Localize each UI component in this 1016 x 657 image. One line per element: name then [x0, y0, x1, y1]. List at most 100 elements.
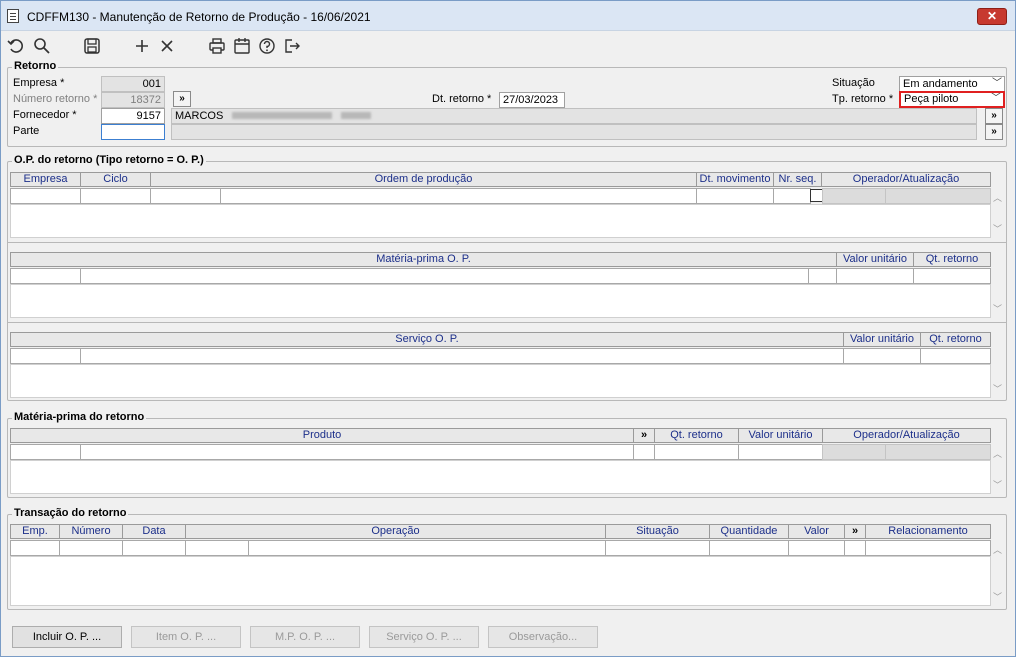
- table-cell: [822, 188, 886, 204]
- print-icon[interactable]: [208, 37, 226, 55]
- col-header-ordem-producao[interactable]: Ordem de produção: [150, 172, 697, 187]
- table-cell[interactable]: [913, 268, 991, 284]
- save-icon[interactable]: [83, 37, 101, 55]
- table-cell[interactable]: [836, 268, 914, 284]
- col-header-qt-retorno[interactable]: Qt. retorno: [654, 428, 739, 443]
- table-cell[interactable]: [654, 444, 739, 460]
- col-header-operador[interactable]: Operador/Atualização: [822, 428, 991, 443]
- table-cell[interactable]: [10, 348, 81, 364]
- table-cell[interactable]: [185, 540, 249, 556]
- table-cell[interactable]: [773, 188, 811, 204]
- incluir-op-button[interactable]: Incluir O. P. ...: [12, 626, 122, 648]
- col-header-dt-movimento[interactable]: Dt. movimento: [696, 172, 774, 187]
- col-header-materia-prima-op[interactable]: Matéria-prima O. P.: [10, 252, 837, 267]
- mp-retorno-title: Matéria-prima do retorno: [12, 411, 147, 423]
- parte-field[interactable]: [101, 124, 165, 140]
- tp-retorno-select[interactable]: Peça piloto ﹀: [899, 91, 1005, 108]
- scroll-down-icon[interactable]: ﹀: [993, 302, 1002, 315]
- table-cell[interactable]: [709, 540, 789, 556]
- col-header-data[interactable]: Data: [122, 524, 186, 539]
- table-cell[interactable]: [633, 444, 655, 460]
- col-header-operador[interactable]: Operador/Atualização: [821, 172, 991, 187]
- help-icon[interactable]: [258, 37, 276, 55]
- table-cell[interactable]: [10, 444, 81, 460]
- col-header-qt-retorno[interactable]: Qt. retorno: [913, 252, 991, 267]
- parte-description-field: [171, 124, 977, 140]
- exit-icon[interactable]: [283, 37, 301, 55]
- col-header-ciclo[interactable]: Ciclo: [80, 172, 151, 187]
- table-cell[interactable]: [10, 268, 81, 284]
- col-header-qt-retorno[interactable]: Qt. retorno: [920, 332, 991, 347]
- table-cell[interactable]: [696, 188, 774, 204]
- table-cell[interactable]: [865, 540, 991, 556]
- table-cell[interactable]: [80, 188, 151, 204]
- col-header-produto[interactable]: Produto: [10, 428, 634, 443]
- scroll-up-icon[interactable]: ︿: [993, 191, 1002, 204]
- col-header-nav[interactable]: »: [844, 524, 866, 539]
- scroll-up-icon[interactable]: ︿: [993, 543, 1002, 556]
- item-op-button[interactable]: Item O. P. ...: [131, 626, 241, 648]
- table-cell[interactable]: [920, 348, 991, 364]
- scroll-down-icon[interactable]: ﹀: [993, 222, 1002, 235]
- table-cell[interactable]: [844, 540, 866, 556]
- close-button[interactable]: ✕: [977, 8, 1007, 25]
- col-header-valor[interactable]: Valor: [788, 524, 845, 539]
- scroll-up-icon[interactable]: ︿: [993, 447, 1002, 460]
- observacao-button[interactable]: Observação...: [488, 626, 598, 648]
- col-header-numero[interactable]: Número: [59, 524, 123, 539]
- table-cell[interactable]: [248, 540, 606, 556]
- calendar-icon[interactable]: [233, 37, 251, 55]
- table-cell[interactable]: [80, 444, 634, 460]
- table-cell[interactable]: [605, 540, 710, 556]
- table-cell[interactable]: [122, 540, 186, 556]
- scroll-down-icon[interactable]: ﹀: [993, 590, 1002, 603]
- fornecedor-nav-button[interactable]: »: [985, 108, 1003, 124]
- add-icon[interactable]: [133, 37, 151, 55]
- table-cell[interactable]: [80, 348, 844, 364]
- table-cell[interactable]: [10, 540, 60, 556]
- situacao-select[interactable]: Em andamento ﹀: [899, 76, 1005, 92]
- col-header-nav[interactable]: »: [633, 428, 655, 443]
- search-icon[interactable]: [33, 37, 51, 55]
- col-header-emp[interactable]: Emp.: [10, 524, 60, 539]
- servico-op-button[interactable]: Serviço O. P. ...: [369, 626, 479, 648]
- undo-icon[interactable]: [7, 37, 25, 55]
- table-cell[interactable]: [150, 188, 221, 204]
- table-cell[interactable]: [738, 444, 823, 460]
- table-cell[interactable]: [843, 348, 921, 364]
- delete-icon[interactable]: [158, 37, 176, 55]
- op-grid: Empresa Ciclo Ordem de produção Dt. movi…: [10, 172, 1008, 240]
- transacao-grid: Emp. Número Data Operação Situação Quant…: [10, 524, 1008, 608]
- table-cell[interactable]: [808, 268, 837, 284]
- table-cell[interactable]: [788, 540, 845, 556]
- parte-nav-button[interactable]: »: [985, 124, 1003, 140]
- numero-retorno-label: Número retorno *: [13, 93, 98, 105]
- scroll-down-icon[interactable]: ﹀: [993, 478, 1002, 491]
- col-header-valor-unitario[interactable]: Valor unitário: [738, 428, 823, 443]
- dt-retorno-field[interactable]: 27/03/2023: [499, 92, 565, 108]
- table-cell[interactable]: [59, 540, 123, 556]
- main-window: CDFFM130 - Manutenção de Retorno de Prod…: [0, 0, 1016, 657]
- col-header-valor-unitario[interactable]: Valor unitário: [836, 252, 914, 267]
- mp-op-grid: Matéria-prima O. P. Valor unitário Qt. r…: [10, 252, 1008, 320]
- table-cell[interactable]: [10, 188, 81, 204]
- table-cell[interactable]: [80, 268, 809, 284]
- col-header-quantidade[interactable]: Quantidade: [709, 524, 789, 539]
- mp-op-button[interactable]: M.P. O. P. ...: [250, 626, 360, 648]
- numero-retorno-nav-button[interactable]: »: [173, 91, 191, 107]
- scroll-down-icon[interactable]: ﹀: [993, 382, 1002, 395]
- col-header-situacao[interactable]: Situação: [605, 524, 710, 539]
- col-header-valor-unitario[interactable]: Valor unitário: [843, 332, 921, 347]
- col-header-empresa[interactable]: Empresa: [10, 172, 81, 187]
- fornecedor-code-field[interactable]: 9157: [101, 108, 165, 124]
- window-title: CDFFM130 - Manutenção de Retorno de Prod…: [27, 10, 371, 24]
- col-header-nr-seq[interactable]: Nr. seq.: [773, 172, 822, 187]
- numero-retorno-field[interactable]: 18372: [101, 92, 165, 108]
- transacao-title: Transação do retorno: [12, 507, 129, 519]
- col-header-operacao[interactable]: Operação: [185, 524, 606, 539]
- col-header-relacionamento[interactable]: Relacionamento: [865, 524, 991, 539]
- table-cell[interactable]: [220, 188, 697, 204]
- empresa-field[interactable]: 001: [101, 76, 165, 92]
- grid-body: [10, 204, 991, 238]
- col-header-servico-op[interactable]: Serviço O. P.: [10, 332, 844, 347]
